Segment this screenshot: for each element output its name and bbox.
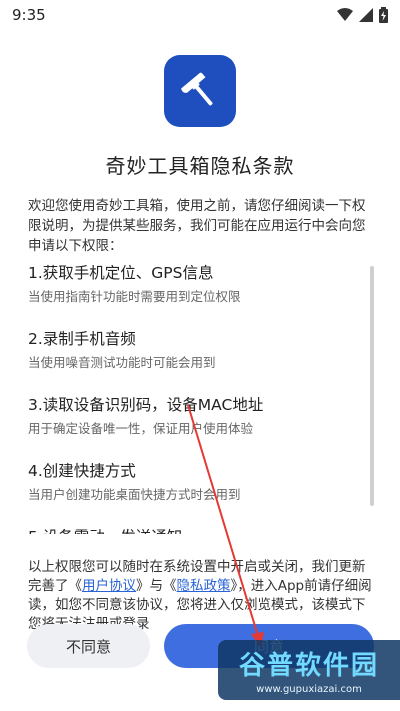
permission-item: 5.设备震动、发送通知 bbox=[28, 526, 358, 534]
permission-item: 3.读取设备识别码，设备MAC地址 用于确定设备唯一性，保证用户使用体验 bbox=[28, 394, 358, 438]
status-time: 9:35 bbox=[12, 6, 46, 24]
watermark: 谷普软件园 www.gupuxiazai.com bbox=[218, 640, 400, 700]
permission-title: 4.创建快捷方式 bbox=[28, 462, 136, 480]
status-bar: 9:35 bbox=[0, 0, 400, 30]
permission-title: 1.获取手机定位、GPS信息 bbox=[28, 264, 214, 282]
permission-desc: 当使用噪音测试功能时可能会用到 bbox=[28, 355, 216, 370]
status-icons bbox=[337, 7, 388, 23]
permission-desc: 当用户创建功能桌面快捷方式时会用到 bbox=[28, 487, 241, 502]
footer-text-part2: 》与《 bbox=[136, 578, 177, 594]
permission-title: 5.设备震动、发送通知 bbox=[28, 526, 358, 534]
watermark-url: www.gupuxiazai.com bbox=[256, 684, 362, 695]
intro-text: 欢迎您使用奇妙工具箱，使用之前，请您仔细阅读一下权限说明，为提供某些服务，我们可… bbox=[28, 198, 366, 254]
user-agreement-link[interactable]: 用户协议 bbox=[82, 578, 136, 594]
permission-item: 2.录制手机音频 当使用噪音测试功能时可能会用到 bbox=[28, 328, 358, 372]
permission-item: 4.创建快捷方式 当用户创建功能桌面快捷方式时会用到 bbox=[28, 460, 358, 504]
permission-desc: 当使用指南针功能时需要用到定位权限 bbox=[28, 289, 241, 304]
disagree-button[interactable]: 不同意 bbox=[27, 624, 150, 668]
permission-desc: 用于确定设备唯一性，保证用户使用体验 bbox=[28, 421, 254, 436]
hammer-icon bbox=[181, 72, 213, 106]
permission-list[interactable]: 1.获取手机定位、GPS信息 当使用指南针功能时需要用到定位权限 2.录制手机音… bbox=[28, 262, 358, 534]
app-logo-icon bbox=[164, 55, 236, 127]
footer-text: 以上权限您可以随时在系统设置中开启或关闭，我们更新完善了《用户协议》与《隐私政策… bbox=[28, 558, 378, 634]
permission-title: 2.录制手机音频 bbox=[28, 330, 136, 348]
battery-icon bbox=[379, 7, 388, 23]
permission-list-scrollbar[interactable] bbox=[370, 266, 374, 506]
dialog-title: 奇妙工具箱隐私条款 bbox=[105, 154, 295, 178]
signal-icon bbox=[359, 8, 373, 22]
permission-title: 3.读取设备识别码，设备MAC地址 bbox=[28, 396, 264, 414]
watermark-title: 谷普软件园 bbox=[238, 651, 379, 681]
privacy-policy-link[interactable]: 隐私政策 bbox=[177, 578, 231, 594]
wifi-icon bbox=[337, 8, 353, 21]
permission-item: 1.获取手机定位、GPS信息 当使用指南针功能时需要用到定位权限 bbox=[28, 262, 358, 306]
